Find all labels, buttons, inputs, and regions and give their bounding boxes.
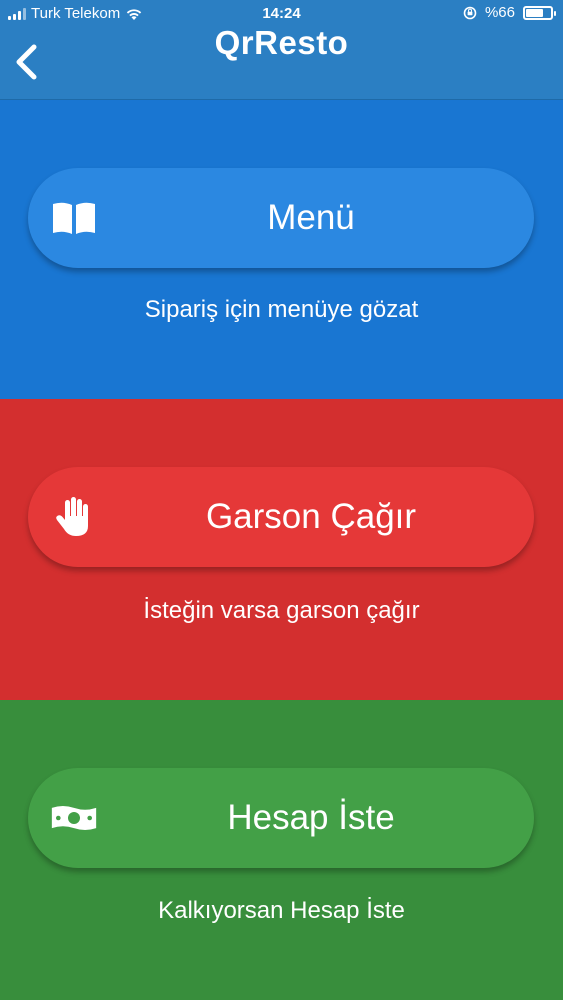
request-bill-label: Hesap İste [227, 798, 395, 837]
request-bill-button[interactable]: Hesap İste [28, 768, 534, 868]
page-title: QrResto [214, 24, 349, 61]
menu-caption: Sipariş için menüye gözat [144, 296, 419, 323]
book-open-icon [50, 198, 98, 238]
status-right: %66 [463, 4, 556, 21]
bill-section: Hesap İste Kalkıyorsan Hesap İste [0, 700, 563, 1000]
hand-icon [50, 497, 98, 537]
money-bill-icon [50, 798, 98, 838]
menu-section: Menü Sipariş için menüye gözat [0, 100, 563, 399]
menu-button-label: Menü [267, 198, 355, 237]
call-waiter-button[interactable]: Garson Çağır [28, 467, 534, 567]
battery-icon [523, 5, 556, 20]
waiter-section: Garson Çağır İsteğin varsa garson çağır [0, 399, 563, 700]
app-header: Turk Telekom 14:24 %66 QrResto [0, 0, 563, 100]
menu-button[interactable]: Menü [28, 168, 534, 268]
call-waiter-label: Garson Çağır [205, 497, 417, 536]
battery-level-fill [526, 8, 544, 17]
battery-percent: %66 [484, 4, 515, 21]
orientation-lock-icon [463, 6, 477, 19]
bill-caption: Kalkıyorsan Hesap İste [158, 897, 405, 924]
waiter-caption: İsteğin varsa garson çağır [143, 597, 420, 624]
